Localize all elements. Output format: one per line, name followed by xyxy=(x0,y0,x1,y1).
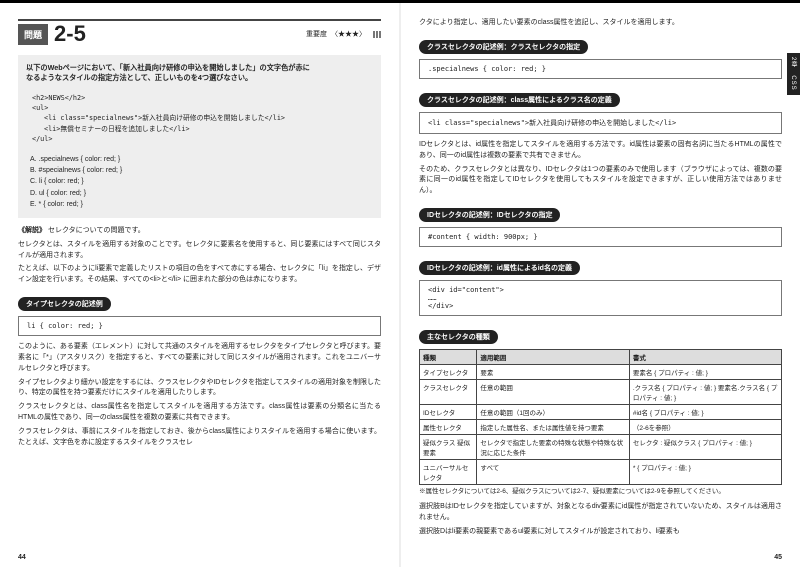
bar-type-selector: タイプセレクタの記述例 xyxy=(18,297,111,311)
table-row: 属性セレクタ指定した属性名、または属性値を持つ要素（2-6を参照） xyxy=(420,420,782,435)
choice-e: E. * { color: red; } xyxy=(30,199,373,210)
choice-c: C. li { color: red; } xyxy=(30,176,373,187)
choice-d: D. ul { color: red; } xyxy=(30,188,373,199)
explanation: 《解説》 セレクタについての問題です。 セレクタとは、スタイルを適用する対象のこ… xyxy=(18,226,381,286)
code-class-selector: .specialnews { color: red; } xyxy=(419,59,782,79)
page-number: 45 xyxy=(774,554,782,561)
importance: 重要度 〈★★★〉 xyxy=(306,29,381,39)
question-label: 問題 xyxy=(18,24,48,45)
table-row: IDセレクタ任意の範囲（1回のみ）#id名 { プロパティ : 値; } xyxy=(420,405,782,420)
table-row: クラスセレクタ任意の範囲.クラス名 { プロパティ : 値; } 要素名.クラス… xyxy=(420,380,782,405)
para-9: そのため、クラスセレクタとは異なり、IDセレクタは1つの要素のみで使用します（ブ… xyxy=(419,165,782,198)
question-text: 以下のWebページにおいて、「新入社員向け研修の申込を開始しました」の文字色が赤… xyxy=(26,63,373,83)
code-class-attr: <li class="specialnews">新入社員向け研修の申込を開始しま… xyxy=(419,112,782,134)
para-8: IDセレクタとは、id属性を指定してスタイルを適用する方法です。id属性は要素の… xyxy=(419,140,782,162)
table-row: ユニバーサルセレクタすべて* { プロパティ : 値; } xyxy=(420,460,782,485)
question-header: 問題 2-5 重要度 〈★★★〉 xyxy=(18,19,381,47)
choices: A. .specialnews { color: red; } B. #spec… xyxy=(26,154,373,210)
stars: 〈★★★〉 xyxy=(331,29,366,39)
para-10: 選択肢BはIDセレクタを指定していますが、対象となるdiv要素にid属性が指定さ… xyxy=(419,502,782,524)
bar-class-selector: クラスセレクタの記述例：クラスセレクタの指定 xyxy=(419,40,588,54)
page-right: 2章 CSS クタにより指定し、適用したい要素のclass属性を追記し、スタイル… xyxy=(400,3,800,567)
page-number: 44 xyxy=(18,554,26,561)
selector-table: 種類適用範囲書式 タイプセレクタ要素要素名 { プロパティ : 値; } クラス… xyxy=(419,349,782,485)
chapter-tab: 2章 CSS xyxy=(787,53,800,95)
code-id-selector: #content { width: 900px; } xyxy=(419,227,782,247)
para-4: このように、ある要素（エレメント）に対して共通のスタイルを適用するセレクタをタイ… xyxy=(18,342,381,375)
table-row: タイプセレクタ要素要素名 { プロパティ : 値; } xyxy=(420,365,782,380)
progress-bars xyxy=(373,31,381,38)
para-5: タイプセレクタより細かい設定をするには、クラスセレクタやIDセレクタを指定してス… xyxy=(18,378,381,400)
code-id-attr: <div id="content"> …… </div> xyxy=(419,280,782,316)
para-7: クラスセレクタは、事前にスタイルを指定しておき、後からclass属性によりスタイ… xyxy=(18,427,381,449)
question-code: <h2>NEWS</h2> <ul> <li class="specialnew… xyxy=(26,89,373,148)
bar-selector-types: 主なセレクタの種類 xyxy=(419,330,498,344)
choice-a: A. .specialnews { color: red; } xyxy=(30,154,373,165)
bar-class-attr: クラスセレクタの記述例：class属性によるクラス名の定義 xyxy=(419,93,620,107)
para-6: クラスセレクタとは、class属性名を指定してスタイルを適用する方法です。cla… xyxy=(18,402,381,424)
choice-b: B. #specialnews { color: red; } xyxy=(30,165,373,176)
para-11: 選択肢Dはli要素の親要素であるul要素に対してスタイルが設定されており、li要… xyxy=(419,527,782,538)
bar-id-attr: IDセレクタの記述例：id属性によるid名の定義 xyxy=(419,261,580,275)
right-top: クタにより指定し、適用したい要素のclass属性を追記し、スタイルを適用します。 xyxy=(419,18,782,29)
page-left: 問題 2-5 重要度 〈★★★〉 以下のWebページにおいて、「新入社員向け研修… xyxy=(0,3,400,567)
question-box: 以下のWebページにおいて、「新入社員向け研修の申込を開始しました」の文字色が赤… xyxy=(18,55,381,218)
table-row: 疑似クラス 疑似要素セレクタで指定した要素の特殊な状態や特殊な状況に応じた条件セ… xyxy=(420,435,782,460)
table-note: ※属性セレクタについては2-6、疑似クラスについては2-7、疑似要素については2… xyxy=(419,487,782,496)
question-number: 2-5 xyxy=(54,21,86,47)
code-type-selector: li { color: red; } xyxy=(18,316,381,336)
bar-id-selector: IDセレクタの記述例：IDセレクタの指定 xyxy=(419,208,560,222)
